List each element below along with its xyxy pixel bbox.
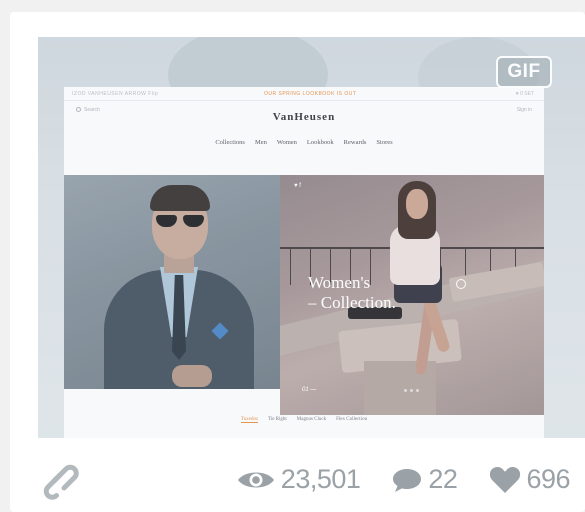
hero-headline: Women's – Collection. (308, 273, 396, 312)
mockup-nav-item: Collections (215, 139, 245, 146)
gif-badge: GIF (496, 56, 552, 88)
sunglasses-shape (156, 215, 206, 227)
mockup-subnav-item: Tie Right (267, 417, 287, 422)
comments-stat[interactable]: 22 (392, 464, 458, 495)
mockup-nav-item: Men (254, 139, 267, 146)
likes-stat[interactable]: 696 (489, 464, 570, 495)
shot-thumbnail[interactable]: IZOD VANHEUSEN ARROW Flip OUR SPRING LOO… (38, 37, 585, 438)
mockup-topbar: IZOD VANHEUSEN ARROW Flip OUR SPRING LOO… (64, 87, 544, 101)
face-shape (406, 189, 428, 219)
mockup-logo: VanHeusen (272, 111, 336, 123)
mockup-nav: Collections Men Women Lookbook Rewards S… (64, 139, 544, 146)
mockup-promo-banner: OUR SPRING LOOKBOOK IS OUT (264, 91, 357, 97)
comment-bubble-icon (393, 468, 422, 492)
social-icons: ♥ f (294, 183, 301, 189)
mens-hero-photo (64, 175, 280, 389)
mockup-cart: ♥ 0 SET (515, 91, 534, 97)
comments-count: 22 (428, 464, 458, 494)
womens-hero-photo: ♥ f Women's – Collection. 01 — (280, 175, 544, 415)
mockup-nav-item: Stores (376, 139, 393, 146)
eye-icon (237, 472, 274, 487)
views-count: 23,501 (280, 464, 361, 494)
hair-shape (150, 185, 210, 211)
website-mockup: IZOD VANHEUSEN ARROW Flip OUR SPRING LOO… (64, 87, 544, 438)
mockup-nav-item: Rewards (343, 139, 367, 146)
mockup-nav-item: Lookbook (306, 139, 334, 146)
mockup-brand-links: IZOD VANHEUSEN ARROW Flip (72, 91, 159, 97)
mockup-subnav-item: Flex Collection (336, 417, 368, 422)
shot-footer: 23,501 22 696 (10, 438, 585, 512)
likes-count: 696 (526, 464, 570, 494)
heart-icon (490, 466, 521, 493)
mockup-subnav: Tuxedos Tie Right Magnus Cluck Flex Coll… (64, 417, 544, 423)
mockup-subnav-item: Tuxedos (240, 417, 258, 423)
mockup-nav-item: Women (276, 139, 297, 146)
shot-stats: 23,501 22 696 (237, 464, 570, 495)
mockup-subnav-item: Magnus Cluck (296, 417, 327, 422)
slide-number: 01 — (302, 387, 317, 393)
hand-shape (172, 365, 212, 387)
link-icon[interactable] (35, 456, 79, 500)
play-dot-icon (456, 279, 466, 289)
views-stat[interactable]: 23,501 (237, 464, 361, 495)
slide-dots (404, 389, 419, 392)
